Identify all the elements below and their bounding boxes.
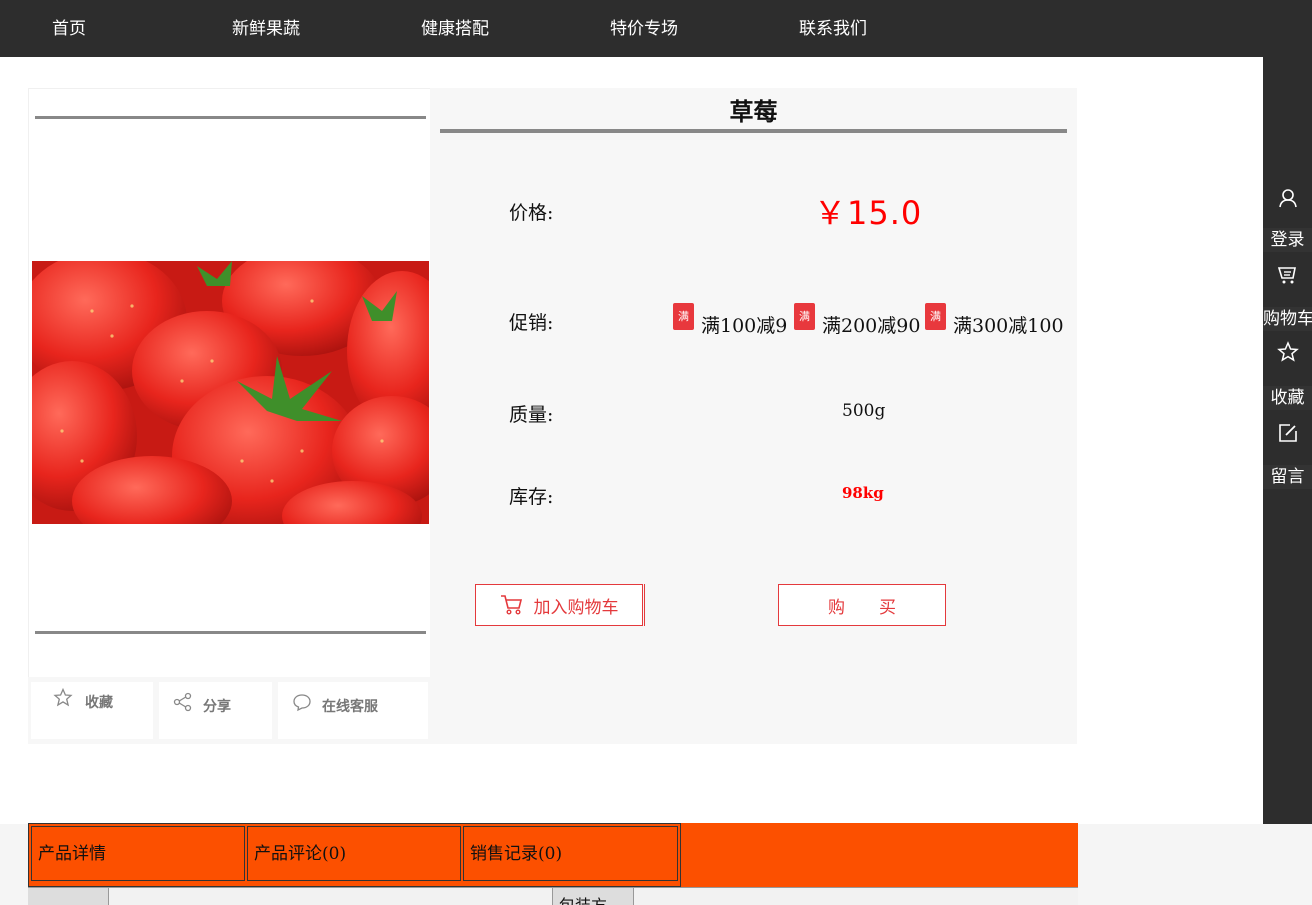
weight-label: 质量: — [509, 404, 554, 426]
weight-value: 500g — [842, 401, 886, 421]
product-title: 草莓 — [729, 98, 778, 126]
detail-tab-bar: 产品详情 产品评论(0) 销售记录(0) — [28, 823, 1078, 887]
nav-contact-us[interactable]: 联系我们 — [799, 14, 867, 39]
table-cell — [28, 888, 108, 905]
sidebar-favorite-label[interactable]: 收藏 — [1263, 386, 1312, 410]
nav-special-offers[interactable]: 特价专场 — [610, 14, 678, 39]
right-sidebar: 登录 购物车 收藏 留言 — [1263, 57, 1312, 824]
strawberry-photo — [32, 261, 429, 524]
divider — [35, 116, 426, 119]
tab-product-reviews[interactable]: 产品评论(0) — [247, 826, 461, 881]
promo-label: 促销: — [509, 312, 554, 334]
promo-tag-icon: 满 — [673, 303, 694, 330]
buy-label: 购 买 — [828, 597, 896, 618]
favorite-label: 收藏 — [85, 695, 113, 711]
price-label: 价格: — [509, 202, 554, 224]
promo-item: 满 满300减100 — [925, 301, 1064, 338]
divider — [35, 631, 426, 634]
add-to-cart-button[interactable]: 加入购物车 — [475, 584, 643, 626]
cart-icon — [500, 595, 522, 615]
title-divider — [440, 129, 1067, 133]
edit-icon[interactable] — [1263, 410, 1312, 456]
share-label: 分享 — [203, 699, 231, 715]
tab-product-details[interactable]: 产品详情 — [31, 826, 245, 881]
promo-tag-icon: 满 — [925, 303, 946, 330]
price-value: ￥15.0 — [814, 194, 923, 232]
product-info-panel: 草莓 价格: ￥15.0 促销: 满 满100减9 满 满200减90 满 满3… — [430, 88, 1077, 744]
nav-healthy-combos[interactable]: 健康搭配 — [421, 14, 489, 39]
buy-button[interactable]: 购 买 — [778, 584, 946, 626]
spec-table: 包装方 — [28, 887, 1078, 905]
promo-text: 满300减100 — [953, 315, 1064, 337]
nav-fresh-produce[interactable]: 新鲜果蔬 — [232, 14, 300, 39]
online-service-label: 在线客服 — [322, 699, 378, 715]
promo-item: 满 满100减9 — [673, 301, 787, 338]
user-icon[interactable] — [1263, 175, 1312, 221]
table-cell — [633, 888, 1078, 905]
favorite-action[interactable]: 收藏 — [31, 682, 153, 739]
table-cell: 包装方 — [552, 888, 633, 905]
add-to-cart-label: 加入购物车 — [533, 597, 619, 618]
star-icon[interactable] — [1263, 329, 1312, 375]
nav-home[interactable]: 首页 — [52, 14, 86, 39]
promo-text: 满200减90 — [822, 315, 921, 337]
sidebar-cart-label[interactable]: 购物车 — [1263, 307, 1312, 331]
promo-text: 满100减9 — [701, 315, 788, 337]
product-image-panel — [28, 88, 432, 679]
online-service-action[interactable]: 在线客服 — [278, 682, 428, 739]
sidebar-message-label[interactable]: 留言 — [1263, 465, 1312, 489]
table-cell — [108, 888, 552, 905]
promo-item: 满 满200减90 — [794, 301, 920, 338]
stock-value: 98kg — [842, 484, 884, 502]
tab-sales-records[interactable]: 销售记录(0) — [463, 826, 678, 881]
top-nav: 首页 新鲜果蔬 健康搭配 特价专场 联系我们 — [0, 0, 1312, 57]
table-header-packaging: 包装方 — [559, 892, 607, 905]
promo-tag-icon: 满 — [794, 303, 815, 330]
share-icon — [173, 692, 192, 712]
star-icon — [53, 688, 73, 707]
stock-label: 库存: — [509, 486, 554, 508]
cart-icon[interactable] — [1263, 252, 1312, 298]
share-action[interactable]: 分享 — [159, 682, 272, 739]
chat-icon — [293, 694, 311, 712]
sidebar-login-label[interactable]: 登录 — [1263, 228, 1312, 252]
button-edge — [644, 584, 645, 626]
